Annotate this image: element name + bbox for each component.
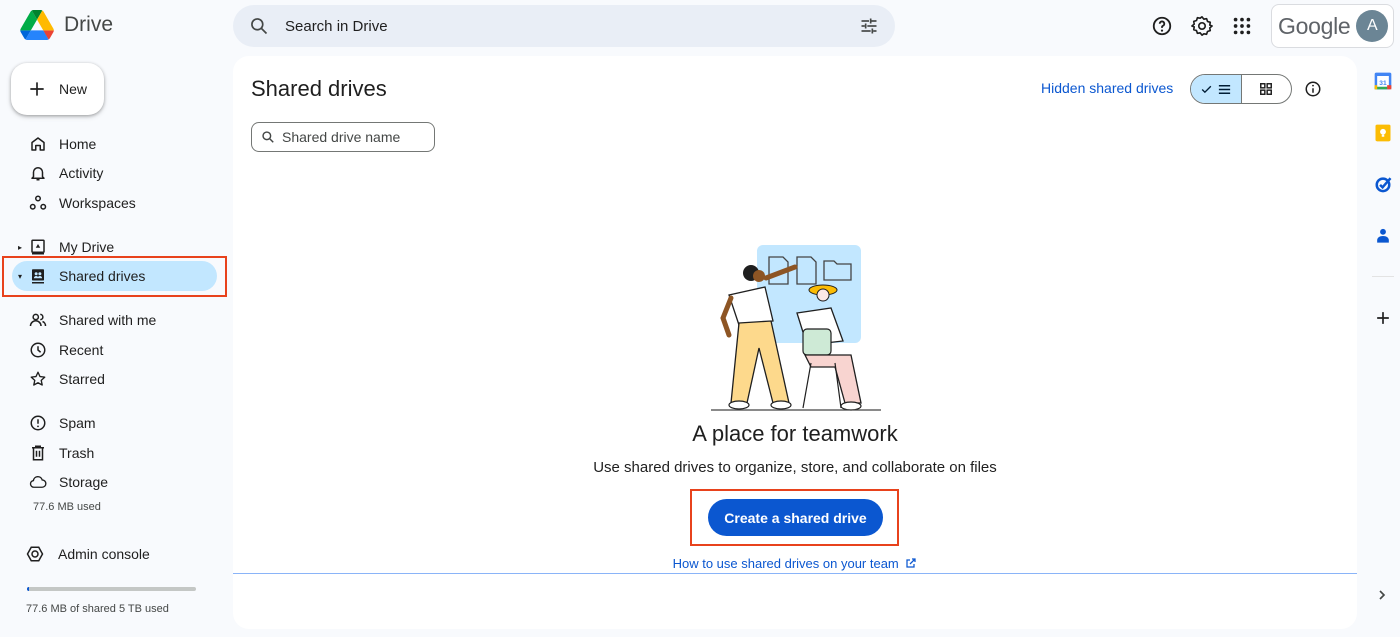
people-icon <box>29 313 47 327</box>
app-name: Drive <box>64 13 114 36</box>
sidebar-item-label: Spam <box>59 415 96 431</box>
shared-drive-filter-input[interactable]: Shared drive name <box>282 129 400 145</box>
workspaces-icon <box>29 195 47 210</box>
sidebar-item-activity[interactable]: Activity <box>12 158 217 188</box>
chevron-right-icon[interactable] <box>1374 587 1390 603</box>
sidebar-item-home[interactable]: Home <box>12 129 217 159</box>
new-button-label: New <box>59 81 88 97</box>
admin-console-link[interactable]: Admin console <box>26 545 150 563</box>
spam-icon <box>30 415 46 431</box>
grid-view-button[interactable] <box>1242 75 1292 103</box>
help-link[interactable]: How to use shared drives on your team <box>233 556 1357 571</box>
avatar[interactable]: A <box>1356 10 1389 42</box>
annotation-highlight <box>690 489 899 546</box>
keep-icon[interactable] <box>1373 123 1393 143</box>
help-icon[interactable] <box>1151 15 1173 37</box>
annotation-highlight <box>2 256 227 297</box>
list-icon <box>1218 84 1230 94</box>
google-wordmark: Google <box>1278 12 1351 39</box>
calendar-icon[interactable]: 31 <box>1373 71 1393 91</box>
new-button[interactable]: New <box>11 63 104 115</box>
grid-icon <box>1260 83 1273 95</box>
sidebar-item-label: Home <box>59 136 97 152</box>
sidebar-item-starred[interactable]: Starred <box>12 364 217 394</box>
trash-icon <box>32 445 44 461</box>
sidebar-item-label: Shared with me <box>59 312 157 328</box>
sidebar-item-label: Storage <box>59 474 109 490</box>
sidebar-item-label: My Drive <box>59 239 115 255</box>
sidebar-item-label: Workspaces <box>59 195 136 211</box>
contacts-icon[interactable] <box>1373 226 1393 246</box>
sidebar-item-shared-with-me[interactable]: Shared with me <box>12 305 217 335</box>
sidebar-item-label: Activity <box>59 165 104 181</box>
star-icon <box>30 371 46 386</box>
sidebar-item-storage[interactable]: Storage <box>12 467 217 497</box>
shared-drive-filter[interactable]: Shared drive name <box>251 122 435 152</box>
admin-console-label: Admin console <box>58 546 150 562</box>
help-link-label[interactable]: How to use shared drives on your team <box>673 556 899 571</box>
storage-quota-text: 77.6 MB of shared 5 TB used <box>26 603 169 615</box>
clock-icon <box>30 342 46 358</box>
list-view-button[interactable] <box>1191 75 1242 103</box>
search-input[interactable]: Search in Drive <box>285 18 859 35</box>
sidebar-item-label: Recent <box>59 342 104 358</box>
sidebar-item-workspaces[interactable]: Workspaces <box>12 188 217 218</box>
main-panel: Shared drives Shared drive name Hidden s… <box>233 56 1357 629</box>
search-icon[interactable] <box>249 16 269 36</box>
calendar-day: 31 <box>1379 80 1387 87</box>
sidebar-item-recent[interactable]: Recent <box>12 335 217 365</box>
empty-state-subtitle: Use shared drives to organize, store, an… <box>593 459 997 476</box>
settings-icon[interactable] <box>1191 15 1213 37</box>
search-icon <box>262 131 274 143</box>
my-drive-icon <box>31 239 45 255</box>
sidebar-item-spam[interactable]: Spam <box>12 408 217 438</box>
storage-quota-fill <box>27 587 29 591</box>
expand-caret-icon[interactable]: ▸ <box>18 243 22 252</box>
tasks-icon[interactable] <box>1373 174 1393 194</box>
rail-divider <box>1372 276 1394 277</box>
add-app-icon[interactable] <box>1373 308 1393 328</box>
cloud-icon <box>29 476 47 488</box>
storage-used-text: 77.6 MB used <box>33 501 101 513</box>
page-title: Shared drives <box>251 76 387 101</box>
hidden-shared-drives-link[interactable]: Hidden shared drives <box>1041 80 1173 96</box>
sidebar-item-trash[interactable]: Trash <box>12 438 217 468</box>
account-switcher[interactable]: Google A <box>1271 4 1394 48</box>
external-link-icon <box>906 558 917 568</box>
check-icon <box>1201 85 1212 93</box>
apps-grid-icon[interactable] <box>1231 15 1253 37</box>
content-divider <box>233 573 1357 574</box>
storage-quota-bar <box>27 587 196 591</box>
search-options-icon[interactable] <box>859 16 879 36</box>
teamwork-illustration <box>711 245 881 411</box>
drive-logo[interactable]: Drive <box>20 10 113 40</box>
search-bar[interactable]: Search in Drive <box>233 5 895 47</box>
sidebar-item-label: Trash <box>59 445 95 461</box>
bell-icon <box>31 167 45 181</box>
sidebar-item-label: Starred <box>59 371 105 387</box>
plus-icon <box>30 82 44 96</box>
view-toggle[interactable] <box>1190 74 1292 104</box>
info-icon[interactable] <box>1304 80 1322 98</box>
drive-logo-icon <box>20 10 54 40</box>
empty-state-title: A place for teamwork <box>692 421 898 446</box>
admin-console-icon <box>26 546 44 562</box>
home-icon <box>31 137 45 151</box>
